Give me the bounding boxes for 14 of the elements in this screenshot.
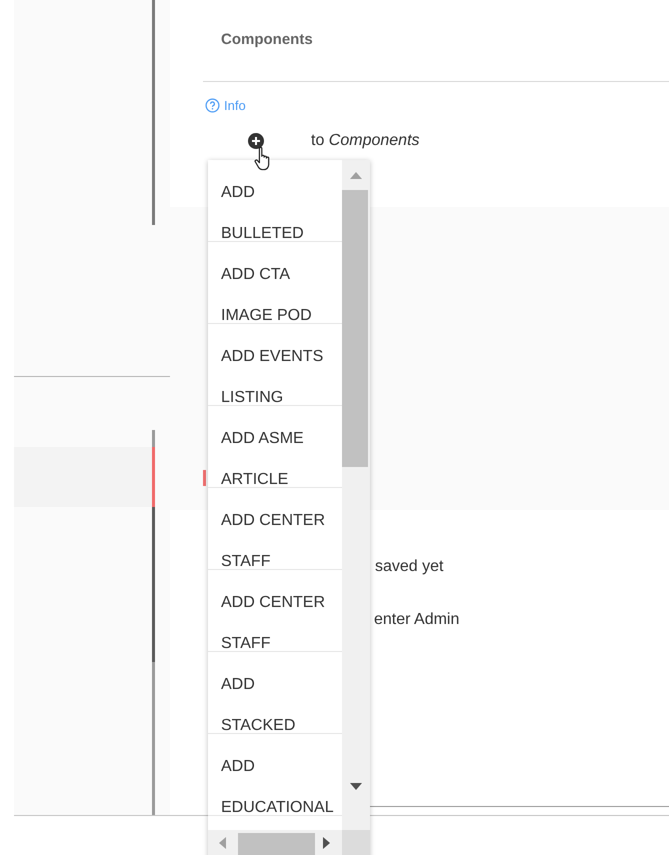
status-text: enter Admin [374, 611, 460, 629]
scrollbar-corner [342, 830, 370, 855]
scroll-right-icon[interactable] [323, 837, 330, 849]
scroll-left-icon[interactable] [219, 837, 226, 849]
add-circle-icon[interactable] [248, 133, 264, 149]
section-title: Components [221, 31, 314, 49]
status-text: saved yet [375, 558, 444, 576]
help-icon [205, 98, 220, 113]
vertical-scrollbar[interactable] [342, 160, 370, 830]
add-hint: to Components [311, 132, 420, 150]
scroll-up-icon[interactable] [350, 172, 362, 179]
horizontal-scrollbar[interactable] [208, 830, 342, 855]
scroll-down-icon[interactable] [350, 783, 362, 790]
error-marker [203, 470, 206, 486]
